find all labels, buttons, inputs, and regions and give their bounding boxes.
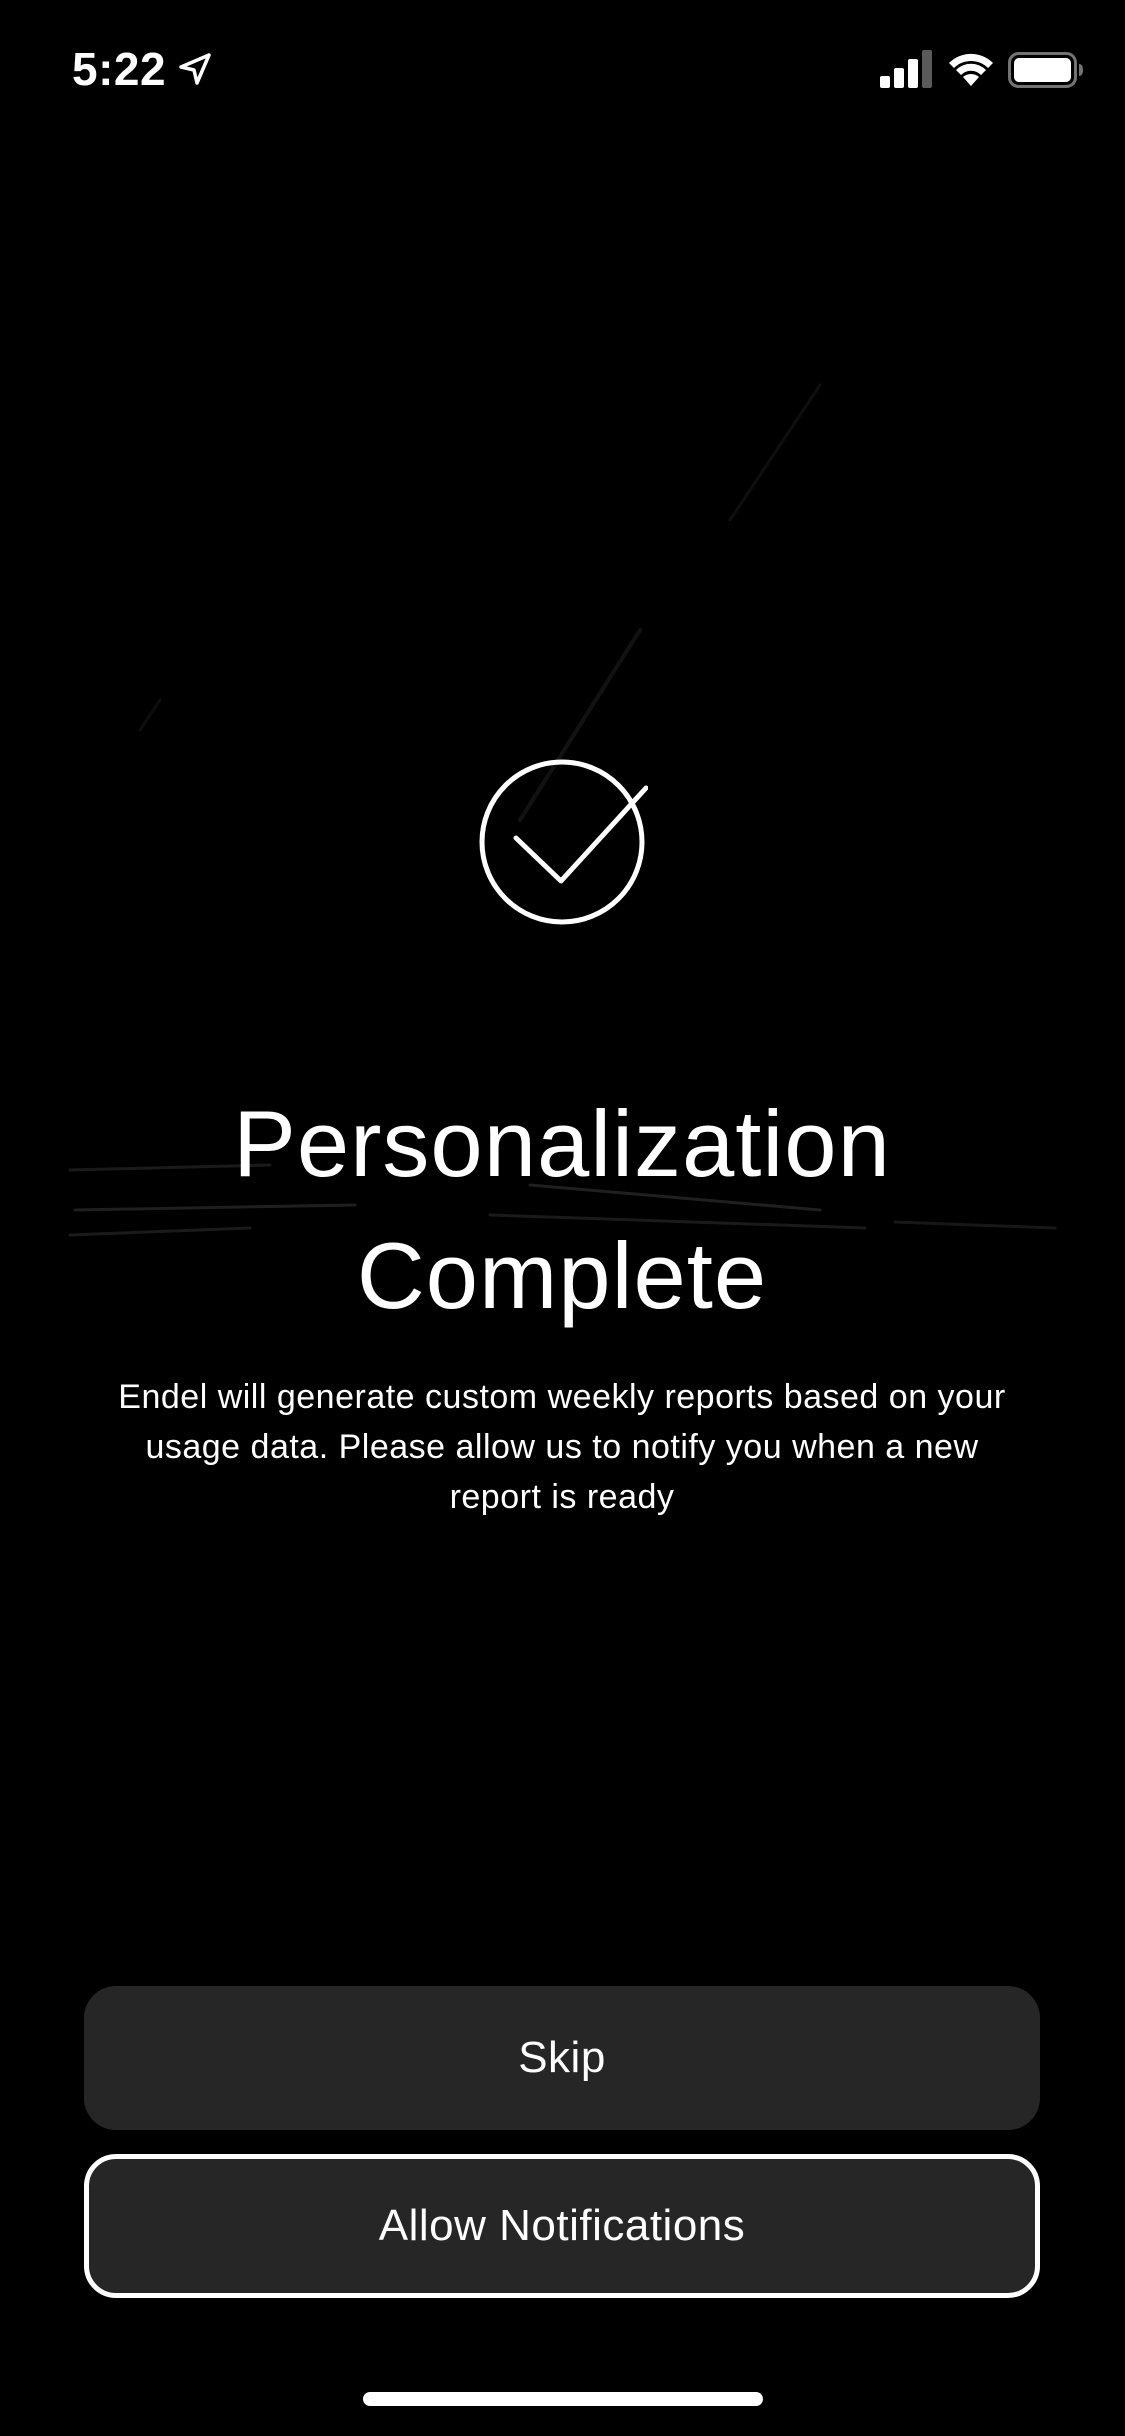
home-indicator[interactable] [363, 2392, 763, 2406]
checkmark-circle-icon [479, 759, 648, 925]
page-title-line1: Personalization [233, 1091, 891, 1196]
description-text: Endel will generate custom weekly report… [118, 1378, 1006, 1516]
page-title-line2: Complete [356, 1223, 768, 1328]
page-title: Personalization Complete [62, 1078, 1062, 1342]
skip-button[interactable]: Skip [84, 1986, 1040, 2130]
allow-notifications-button[interactable]: Allow Notifications [84, 2154, 1040, 2298]
